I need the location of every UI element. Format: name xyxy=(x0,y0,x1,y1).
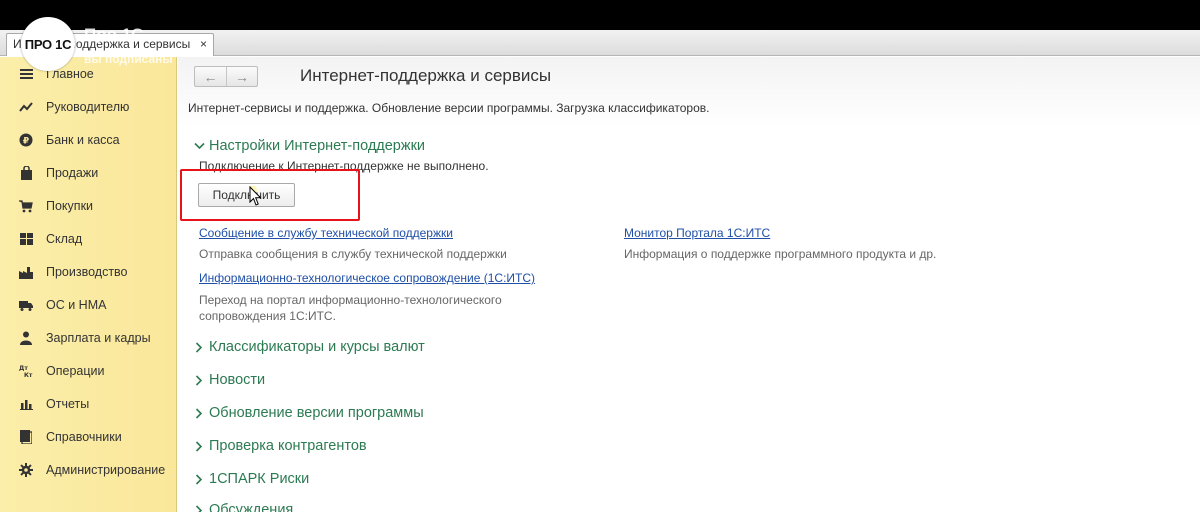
sidebar-item-catalogs[interactable]: Справочники xyxy=(0,423,177,451)
sidebar-item-administration[interactable]: Администрирование xyxy=(0,456,177,484)
sections-panel: Главное Руководителю ₽ Банк и касса Прод… xyxy=(0,57,177,512)
truck-icon xyxy=(19,298,33,312)
main-content: ← → Интернет-поддержка и сервисы Интерне… xyxy=(178,57,1200,512)
mouse-cursor-icon xyxy=(249,186,262,206)
watermark-title: Про 1С xyxy=(84,25,144,44)
sidebar-item-reports[interactable]: Отчеты xyxy=(0,390,177,418)
book-icon xyxy=(19,430,33,444)
dt-kt-icon: Дт Кт xyxy=(19,364,33,378)
factory-icon xyxy=(19,265,33,279)
chevron-right-icon xyxy=(192,503,206,512)
watermark-subtitle: вы подписаны xyxy=(84,52,173,66)
grid-icon xyxy=(19,232,33,246)
section-news-header[interactable]: Новости xyxy=(192,372,265,388)
section-title: Обсуждения xyxy=(209,502,294,512)
history-nav: ← → xyxy=(194,66,258,87)
sidebar-item-operations[interactable]: Дт Кт Операции xyxy=(0,357,177,385)
sidebar-item-label: Склад xyxy=(46,232,83,246)
chevron-right-icon xyxy=(192,406,206,420)
portal-monitor-desc: Информация о поддержке программного прод… xyxy=(624,247,937,261)
sidebar-item-label: Руководителю xyxy=(46,100,130,114)
chevron-right-icon xyxy=(192,439,206,453)
sidebar-item-label: Производство xyxy=(46,265,128,279)
sidebar-item-manager[interactable]: Руководителю xyxy=(0,93,177,121)
sidebar-item-label: Покупки xyxy=(46,199,94,213)
support-message-desc: Отправка сообщения в службу технической … xyxy=(199,247,507,261)
chevron-right-icon xyxy=(192,472,206,486)
section-title: 1СПАРК Риски xyxy=(209,471,310,487)
page-subtitle: Интернет-сервисы и поддержка. Обновление… xyxy=(188,101,710,115)
tab-strip: Интернет-поддержка и сервисы × xyxy=(0,30,1200,56)
its-desc: Переход на портал информационно-технолог… xyxy=(199,293,502,323)
gear-icon xyxy=(19,463,33,477)
portal-monitor-link[interactable]: Монитор Портала 1С:ИТС xyxy=(624,226,770,240)
svg-text:₽: ₽ xyxy=(23,137,29,147)
tab-close-icon[interactable]: × xyxy=(200,34,207,55)
section-discussions-header[interactable]: Обсуждения xyxy=(192,502,293,512)
svg-text:Кт: Кт xyxy=(24,372,33,378)
support-message-link[interactable]: Сообщение в службу технической поддержки xyxy=(199,226,453,240)
chevron-down-icon xyxy=(192,139,206,153)
chevron-right-icon xyxy=(192,340,206,354)
connect-button[interactable]: Подключить xyxy=(198,183,295,207)
sidebar-item-bank[interactable]: ₽ Банк и касса xyxy=(0,126,177,154)
sidebar-item-label: Справочники xyxy=(46,430,122,444)
page-title: Интернет-поддержка и сервисы xyxy=(300,66,552,85)
sidebar-item-purchases[interactable]: Покупки xyxy=(0,192,177,220)
sidebar-item-salary[interactable]: Зарплата и кадры xyxy=(0,324,177,352)
section-classifiers-header[interactable]: Классификаторы и курсы валют xyxy=(192,339,425,355)
sidebar-item-label: Банк и касса xyxy=(46,133,120,147)
sidebar-item-label: Администрирование xyxy=(46,463,166,477)
section-title: Классификаторы и курсы валют xyxy=(209,339,425,355)
sidebar-item-label: Продажи xyxy=(46,166,99,180)
sidebar-item-fixed-assets[interactable]: ОС и НМА xyxy=(0,291,177,319)
sidebar-item-warehouse[interactable]: Склад xyxy=(0,225,177,253)
section-title: Новости xyxy=(209,372,266,388)
sidebar-item-label: Зарплата и кадры xyxy=(46,331,151,345)
bar-chart-icon xyxy=(19,397,33,411)
section-title: Обновление версии программы xyxy=(209,405,424,421)
top-bar xyxy=(0,0,1200,30)
bag-icon xyxy=(19,166,33,180)
section-counterparty-check-header[interactable]: Проверка контрагентов xyxy=(192,438,367,454)
person-icon xyxy=(19,331,33,345)
sidebar-item-production[interactable]: Производство xyxy=(0,258,177,286)
sidebar-item-label: Операции xyxy=(46,364,105,378)
section-title: Настройки Интернет-поддержки xyxy=(209,138,426,154)
svg-text:Дт: Дт xyxy=(19,365,28,372)
chevron-right-icon xyxy=(192,373,206,387)
trend-icon xyxy=(19,100,33,114)
channel-logo: ПРО 1С xyxy=(21,17,75,71)
section-title: Проверка контрагентов xyxy=(209,438,367,454)
menu-icon xyxy=(19,67,33,81)
its-link[interactable]: Информационно-технологическое сопровожде… xyxy=(199,271,535,285)
section-settings-header[interactable]: Настройки Интернет-поддержки xyxy=(192,138,425,154)
forward-arrow-icon[interactable]: → xyxy=(226,67,257,86)
sidebar-item-sales[interactable]: Продажи xyxy=(0,159,177,187)
ruble-icon: ₽ xyxy=(19,133,33,147)
section-update-header[interactable]: Обновление версии программы xyxy=(192,405,424,421)
section-spark-header[interactable]: 1СПАРК Риски xyxy=(192,471,309,487)
sidebar-item-label: ОС и НМА xyxy=(46,298,107,312)
back-arrow-icon[interactable]: ← xyxy=(195,67,226,86)
sidebar-item-label: Отчеты xyxy=(46,397,90,411)
cart-icon xyxy=(19,199,33,213)
